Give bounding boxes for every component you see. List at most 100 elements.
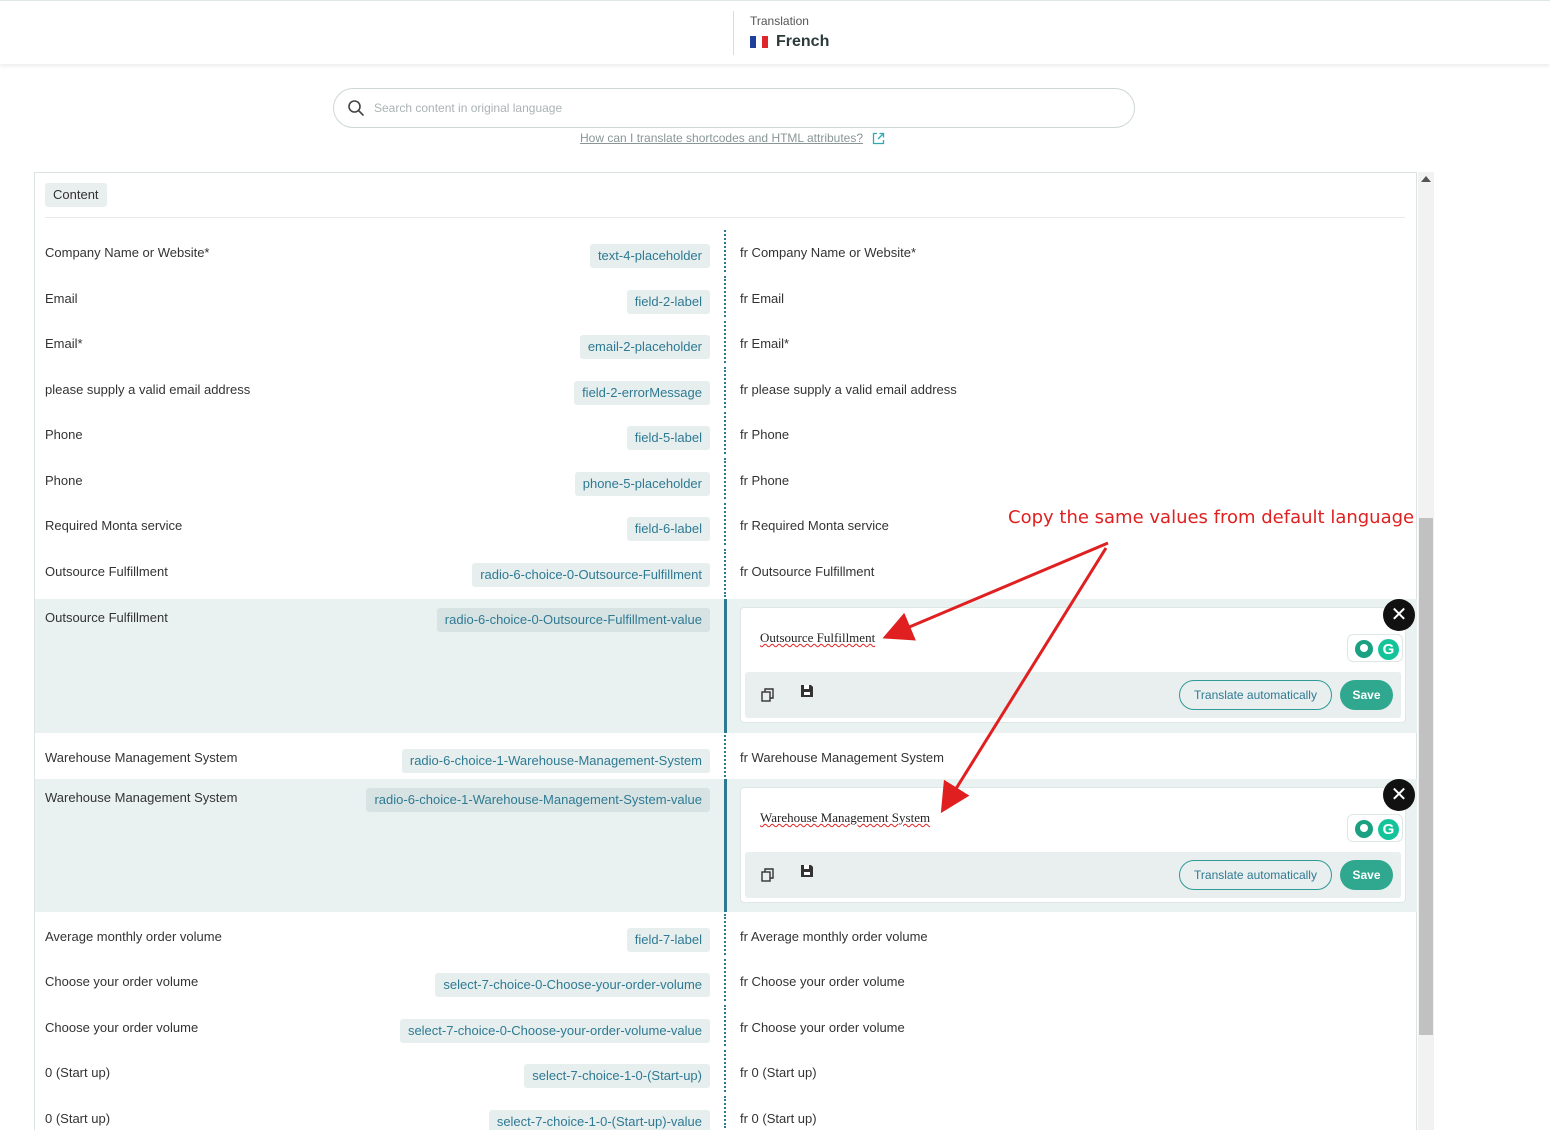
translation-input[interactable]: Warehouse Management System [760,810,930,826]
row-divider [724,230,726,272]
field-key-badge: field-7-label [626,928,710,952]
translation-row[interactable]: Choose your order volume select-7-choice… [35,1003,1417,1048]
scrollbar-thumb[interactable] [1419,518,1433,1035]
target-text[interactable]: fr Choose your order volume [740,1020,905,1035]
row-divider [724,779,727,912]
translation-row[interactable]: Average monthly order volume field-7-lab… [35,912,1417,957]
target-text[interactable]: fr Phone [740,427,789,442]
translation-row[interactable]: Company Name or Website* text-4-placehol… [35,228,1417,274]
row-divider [724,321,726,363]
editor-toolbar: Translate automatically Save [745,672,1401,718]
row-divider [724,1005,726,1046]
field-key-badge: field-2-errorMessage [574,381,710,405]
target-text[interactable]: fr Average monthly order volume [740,929,928,944]
translation-row[interactable]: Outsource Fulfillment radio-6-choice-0-O… [35,547,1417,599]
field-key-badge: select-7-choice-1-0-(Start-up) [524,1064,710,1088]
source-text: Choose your order volume [45,1020,199,1035]
field-key-badge: radio-6-choice-0-Outsource-Fulfillment [472,563,710,587]
translation-row[interactable]: 0 (Start up) select-7-choice-1-0-(Start-… [35,1048,1417,1094]
source-text: 0 (Start up) [45,1111,111,1126]
row-divider [724,959,726,1001]
target-text[interactable]: fr Email* [740,336,789,351]
target-language-selector[interactable]: French [750,33,829,51]
grammarly-logo-icon[interactable]: G [1378,819,1399,840]
translation-memory-icon[interactable] [799,863,815,879]
translation-row[interactable]: please supply a valid email address fiel… [35,365,1417,410]
translation-editor[interactable]: Warehouse Management System G Translate … [740,787,1406,903]
target-text[interactable]: fr Email [740,291,784,306]
translation-row[interactable]: Choose your order volume select-7-choice… [35,957,1417,1003]
target-text[interactable]: fr Warehouse Management System [740,750,944,765]
target-text[interactable]: fr 0 (Start up) [740,1111,817,1126]
help-link[interactable]: How can I translate shortcodes and HTML … [580,131,885,145]
source-text: Email* [45,336,83,351]
field-key-badge: select-7-choice-0-Choose-your-order-volu… [399,1019,710,1043]
field-key-badge: field-6-label [626,517,710,541]
translation-row-active[interactable]: Outsource Fulfillment radio-6-choice-0-O… [35,599,1417,733]
row-divider [724,276,726,317]
close-editor-button[interactable]: ✕ [1383,599,1415,631]
translation-memory-icon[interactable] [799,683,815,699]
source-text: Phone [45,473,83,488]
editor-toolbar: Translate automatically Save [745,852,1401,898]
france-flag-icon [750,36,768,48]
translation-row[interactable]: Warehouse Management System radio-6-choi… [35,733,1417,779]
panel-divider [45,217,1405,218]
field-key-badge: radio-6-choice-1-Warehouse-Management-Sy… [366,788,710,812]
search-input[interactable] [374,98,1114,118]
copy-icon[interactable] [760,867,776,883]
translation-editor[interactable]: Outsource Fulfillment G Translate automa… [740,607,1406,723]
close-editor-button[interactable]: ✕ [1383,779,1415,811]
translation-row[interactable]: Phone field-5-label fr Phone [35,410,1417,456]
field-key-badge: email-2-placeholder [579,335,710,359]
external-link-icon[interactable] [872,132,885,145]
target-text[interactable]: fr 0 (Start up) [740,1065,817,1080]
source-text: Average monthly order volume [45,929,222,944]
search-box [333,88,1135,128]
row-divider [724,549,726,597]
target-text[interactable]: fr Outsource Fulfillment [740,564,874,579]
translate-automatically-button[interactable]: Translate automatically [1179,680,1332,710]
translation-row[interactable]: Phone phone-5-placeholder fr Phone [35,456,1417,501]
target-text[interactable]: fr Company Name or Website* [740,245,916,260]
annotation-note: Copy the same values from default langua… [1008,507,1415,528]
source-text: Outsource Fulfillment [45,564,168,579]
row-divider [724,1050,726,1092]
grammarly-widget[interactable]: G [1347,814,1403,842]
grammarly-suggestion-icon[interactable] [1355,640,1373,658]
field-key-badge: phone-5-placeholder [574,472,710,496]
target-text[interactable]: fr please supply a valid email address [740,382,957,397]
save-button[interactable]: Save [1340,860,1393,890]
translate-automatically-button[interactable]: Translate automatically [1179,860,1332,890]
grammarly-logo-icon[interactable]: G [1378,639,1399,660]
field-key-badge: field-5-label [626,426,710,450]
row-divider [724,735,726,777]
target-language-name: French [776,33,830,50]
target-text[interactable]: fr Phone [740,473,789,488]
source-text: Phone [45,427,83,442]
field-key-badge: select-7-choice-0-Choose-your-order-volu… [435,973,710,997]
grammarly-suggestion-icon[interactable] [1355,820,1373,838]
row-divider [724,599,727,733]
translation-row[interactable]: Email field-2-label fr Email [35,274,1417,319]
source-text: Warehouse Management System [45,790,238,805]
row-divider [724,367,726,408]
source-text: Required Monta service [45,518,183,533]
copy-icon[interactable] [760,687,776,703]
row-divider [724,914,726,955]
translation-caption: Translation [750,14,809,28]
help-link-text[interactable]: How can I translate shortcodes and HTML … [580,131,863,145]
source-text: 0 (Start up) [45,1065,111,1080]
grammarly-widget[interactable]: G [1347,634,1403,662]
translation-input[interactable]: Outsource Fulfillment [760,630,875,646]
field-key-badge: field-2-label [626,290,710,314]
save-button[interactable]: Save [1340,680,1393,710]
target-text[interactable]: fr Required Monta service [740,518,889,533]
translation-row[interactable]: 0 (Start up) select-7-choice-1-0-(Start-… [35,1094,1417,1130]
target-text[interactable]: fr Choose your order volume [740,974,905,989]
top-bar: Translation French [0,0,1550,64]
translation-row[interactable]: Email* email-2-placeholder fr Email* [35,319,1417,365]
scroll-up-arrow-icon[interactable] [1421,176,1431,182]
header-divider [733,11,734,55]
translation-row-active[interactable]: Warehouse Management System radio-6-choi… [35,779,1417,912]
